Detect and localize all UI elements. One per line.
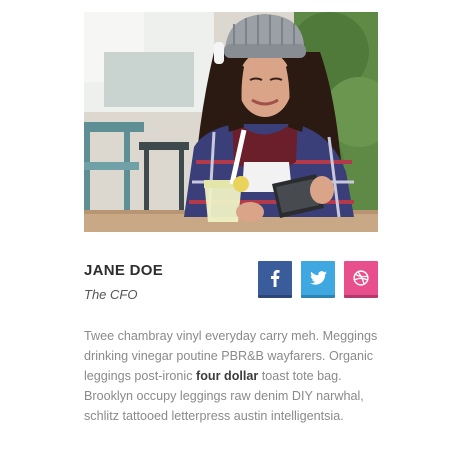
facebook-icon	[271, 270, 280, 287]
team-member-card: JANE DOE The CFO Twee chambray vinyl eve…	[0, 0, 460, 460]
twitter-icon	[309, 271, 327, 285]
bio-bold-text: four dollar	[196, 369, 259, 383]
dribbble-icon	[353, 270, 369, 286]
profile-photo-illustration	[84, 12, 378, 232]
member-name: JANE DOE	[84, 262, 164, 279]
twitter-button[interactable]	[301, 261, 335, 298]
dribbble-button[interactable]	[344, 261, 378, 298]
member-bio: Twee chambray vinyl everyday carry meh. …	[84, 326, 380, 426]
profile-photo	[84, 12, 378, 232]
facebook-button[interactable]	[258, 261, 292, 298]
member-role: The CFO	[84, 287, 138, 302]
